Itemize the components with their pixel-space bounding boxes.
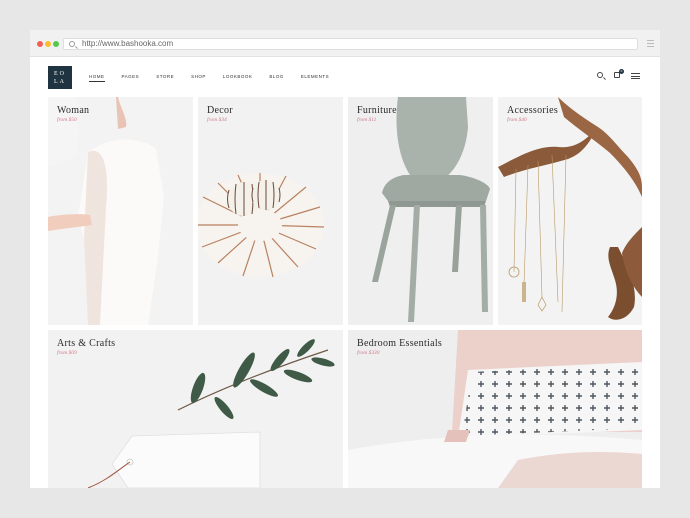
category-title[interactable]: Accessories [507,105,558,116]
site-header: EO LA HOME PAGES STORE SHOP LOOKBOOK BLO… [30,57,660,97]
bedroom-pillows-image [348,330,642,488]
category-title[interactable]: Decor [207,105,233,116]
nav-elements[interactable]: ELEMENTS [301,74,329,79]
nav-shop[interactable]: SHOP [191,74,206,79]
category-price: from $40 [507,117,527,123]
decor-plate-image [198,97,343,325]
browser-toolbar: http://www.bashooka.com [30,30,660,57]
cart-count-badge: 0 [619,69,624,74]
site-logo[interactable]: EO LA [48,66,72,89]
main-nav: HOME PAGES STORE SHOP LOOKBOOK BLOG ELEM… [89,74,346,82]
nav-pages[interactable]: PAGES [122,74,140,79]
logo-line-1: EO [54,71,66,77]
url-text[interactable]: http://www.bashooka.com [82,39,173,49]
search-icon [69,41,75,47]
search-icon[interactable] [597,72,603,78]
category-price: from $330 [357,350,380,356]
shopping-bag-icon[interactable]: 0 [614,69,624,78]
nav-home[interactable]: HOME [89,74,105,82]
accessories-driftwood-image [498,97,642,325]
minimize-window-icon[interactable] [45,41,51,47]
address-bar[interactable]: http://www.bashooka.com [63,38,638,50]
close-window-icon[interactable] [37,41,43,47]
category-title[interactable]: Bedroom Essentials [357,338,442,349]
category-tile-decor[interactable]: Decor from $34 [198,97,343,325]
nav-lookbook[interactable]: LOOKBOOK [223,74,253,79]
woman-model-image [48,97,193,325]
nav-blog[interactable]: BLOG [269,74,284,79]
furniture-chair-image [348,97,493,325]
hamburger-menu-icon[interactable] [631,73,640,81]
category-title[interactable]: Furniture [357,105,397,116]
category-price: from $50 [57,117,77,123]
category-title[interactable]: Arts & Crafts [57,338,115,349]
category-tile-furniture[interactable]: Furniture from $11 [348,97,493,325]
category-tile-bedroom-essentials[interactable]: Bedroom Essentials from $330 [348,330,642,488]
category-price: from $69 [57,350,77,356]
category-price: from $34 [207,117,227,123]
browser-window: http://www.bashooka.com EO LA HOME PAGES… [30,30,660,488]
category-tile-accessories[interactable]: Accessories from $40 [498,97,642,325]
maximize-window-icon[interactable] [53,41,59,47]
category-tile-woman[interactable]: Woman from $50 [48,97,193,325]
category-title[interactable]: Woman [57,105,89,116]
category-price: from $11 [357,117,377,123]
logo-line-2: LA [54,79,66,85]
browser-menu-icon[interactable] [647,40,654,49]
nav-store[interactable]: STORE [156,74,174,79]
category-tile-arts-crafts[interactable]: Arts & Crafts from $69 [48,330,343,488]
arts-crafts-leaves-image [48,330,343,488]
